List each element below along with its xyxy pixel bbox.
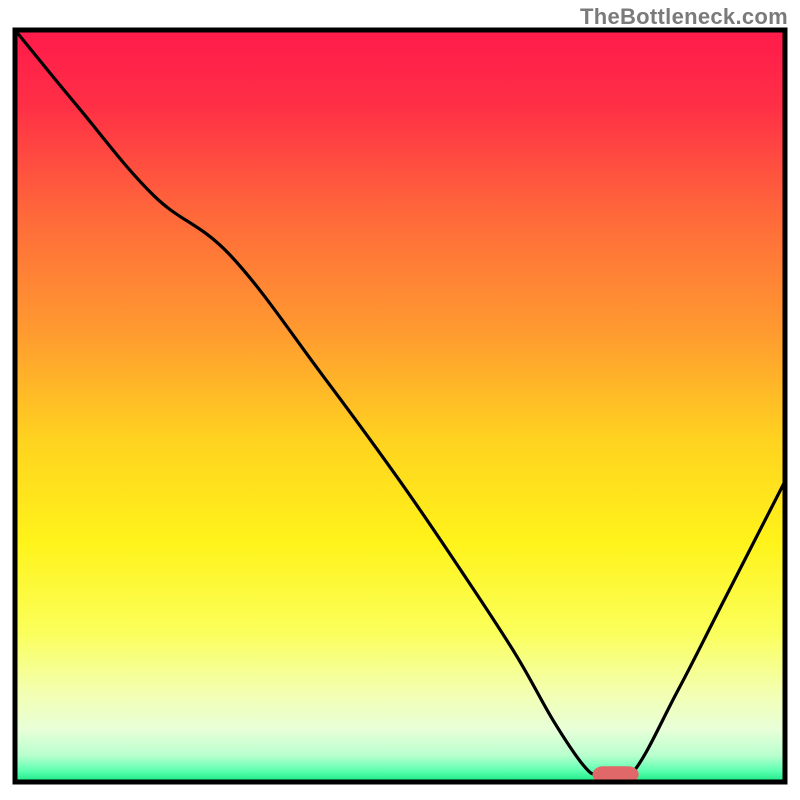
bottleneck-chart xyxy=(0,0,800,800)
plot-background xyxy=(15,30,785,782)
watermark-label: TheBottleneck.com xyxy=(580,4,788,30)
